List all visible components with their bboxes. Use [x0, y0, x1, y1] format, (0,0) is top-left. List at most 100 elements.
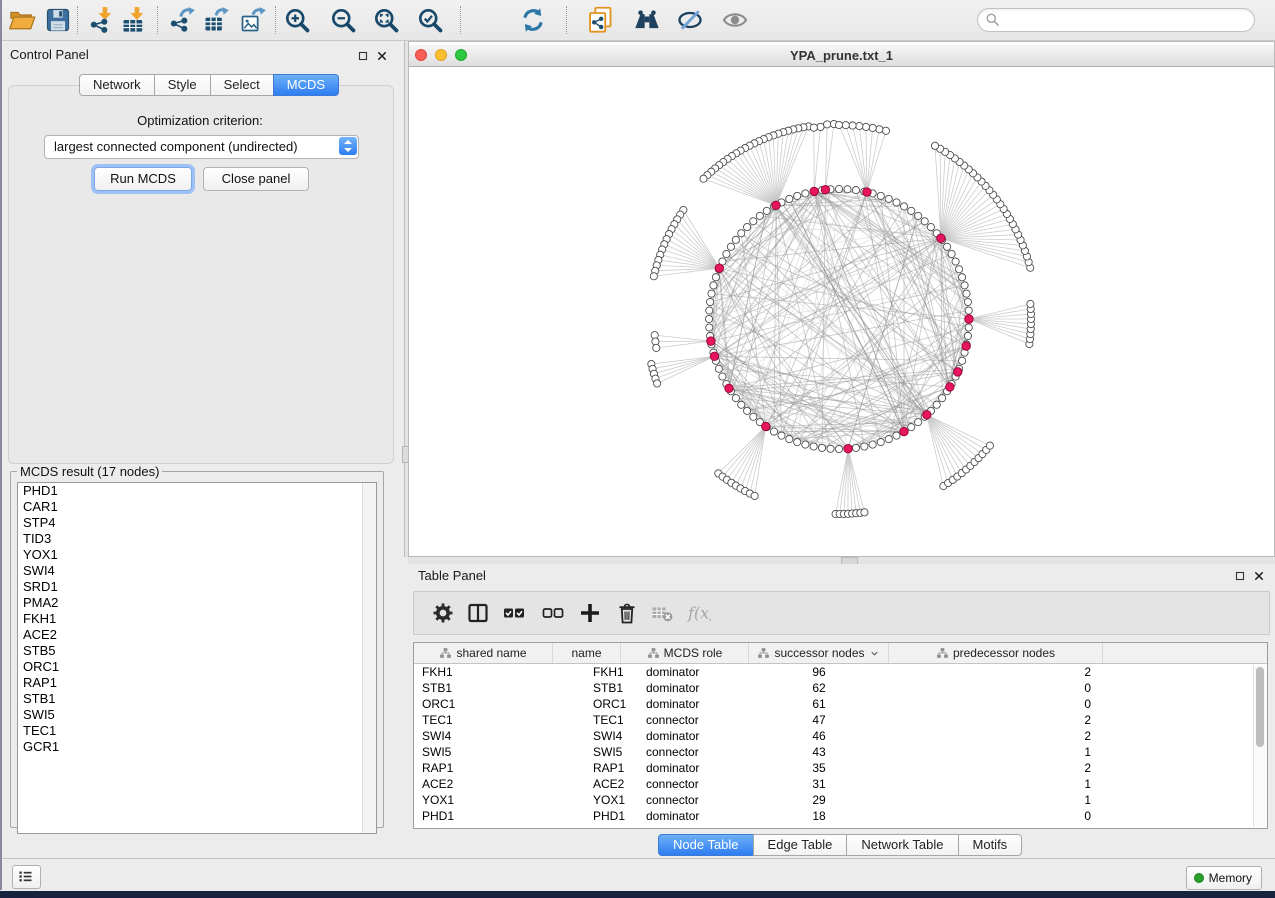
graph-node[interactable] [738, 401, 745, 408]
graph-node[interactable] [933, 401, 940, 408]
graph-node[interactable] [862, 123, 869, 130]
graph-node[interactable] [786, 195, 793, 202]
window-minimize-icon[interactable] [435, 49, 447, 61]
graph-node[interactable] [877, 192, 884, 199]
mcds-result-item[interactable]: GCR1 [18, 739, 376, 755]
mcds-result-list[interactable]: PHD1CAR1STP4TID3YOX1SWI4SRD1PMA2FKH1ACE2… [17, 482, 377, 834]
graph-node[interactable] [727, 243, 734, 250]
graph-node[interactable] [986, 442, 993, 449]
show-graphics-details-button[interactable] [721, 6, 749, 34]
memory-button[interactable]: Memory [1186, 866, 1262, 890]
graph-node[interactable] [835, 185, 842, 192]
graph-node[interactable] [915, 419, 922, 426]
graph-node[interactable] [964, 298, 971, 305]
table-scrollbar-thumb[interactable] [1256, 667, 1264, 747]
graph-node[interactable] [738, 230, 745, 237]
network-window-titlebar[interactable]: YPA_prune.txt_1 [409, 45, 1274, 67]
mcds-result-item[interactable]: TEC1 [18, 723, 376, 739]
mcds-result-item[interactable]: STP4 [18, 515, 376, 531]
graph-node[interactable] [705, 315, 712, 322]
mcds-node[interactable] [844, 444, 852, 452]
graph-node[interactable] [723, 250, 730, 257]
table-row[interactable]: YOX1YOX1connector291 [414, 792, 1267, 808]
table-row[interactable]: FKH1FKH1dominator962 [414, 664, 1267, 680]
graph-node[interactable] [706, 324, 713, 331]
graph-node[interactable] [869, 441, 876, 448]
graph-node[interactable] [750, 218, 757, 225]
refresh-network-button[interactable] [519, 6, 547, 34]
mcds-result-item[interactable]: SWI4 [18, 563, 376, 579]
mcds-node[interactable] [965, 315, 973, 323]
graph-node[interactable] [712, 274, 719, 281]
select-all-button[interactable] [502, 601, 526, 625]
mcds-node[interactable] [810, 187, 818, 195]
mcds-result-item[interactable]: STB1 [18, 691, 376, 707]
zoom-in-button[interactable] [283, 6, 311, 34]
mcds-result-item[interactable]: FKH1 [18, 611, 376, 627]
clone-network-button[interactable] [586, 6, 614, 34]
graph-node[interactable] [885, 195, 892, 202]
graph-node[interactable] [921, 218, 928, 225]
graph-node[interactable] [844, 186, 851, 193]
graph-node[interactable] [715, 365, 722, 372]
mcds-node[interactable] [710, 352, 718, 360]
tab-motifs[interactable]: Motifs [958, 834, 1023, 856]
graph-node[interactable] [849, 122, 856, 129]
zoom-out-button[interactable] [329, 6, 357, 34]
graph-node[interactable] [882, 127, 889, 134]
graph-node[interactable] [653, 344, 660, 351]
mcds-node[interactable] [715, 264, 723, 272]
mcds-result-item[interactable]: TID3 [18, 531, 376, 547]
mcds-result-item[interactable]: ACE2 [18, 627, 376, 643]
graph-node[interactable] [708, 290, 715, 297]
float-panel-icon[interactable] [357, 50, 369, 62]
mcds-result-item[interactable]: SWI5 [18, 707, 376, 723]
graph-node[interactable] [856, 122, 863, 129]
mcds-node[interactable] [762, 422, 770, 430]
mcds-result-item[interactable]: RAP1 [18, 675, 376, 691]
graph-node[interactable] [794, 439, 801, 446]
task-history-button[interactable] [12, 865, 41, 889]
mcds-node[interactable] [962, 342, 970, 350]
tab-edge-table[interactable]: Edge Table [753, 834, 848, 856]
graph-node[interactable] [877, 439, 884, 446]
mcds-result-item[interactable]: PHD1 [18, 483, 376, 499]
column-header-mcds-role[interactable]: MCDS role [621, 643, 749, 663]
graph-node[interactable] [943, 243, 950, 250]
graph-node[interactable] [650, 273, 657, 280]
graph-node[interactable] [707, 298, 714, 305]
add-column-button[interactable] [578, 601, 602, 625]
graph-node[interactable] [818, 444, 825, 451]
network-canvas[interactable] [409, 67, 1274, 556]
mcds-node[interactable] [937, 234, 945, 242]
graph-node[interactable] [952, 258, 959, 265]
open-folder-button[interactable] [8, 6, 36, 34]
graph-node[interactable] [893, 199, 900, 206]
table-row[interactable]: ORC1ORC1dominator610 [414, 696, 1267, 712]
tab-style[interactable]: Style [154, 74, 211, 96]
graph-node[interactable] [956, 266, 963, 273]
mcds-result-item[interactable]: PMA2 [18, 595, 376, 611]
graph-node[interactable] [842, 122, 849, 129]
float-panel-icon[interactable] [1234, 570, 1246, 582]
optimization-criterion-select[interactable]: largest connected component (undirected) [44, 135, 359, 159]
graph-node[interactable] [732, 395, 739, 402]
graph-node[interactable] [810, 443, 817, 450]
tab-network-table[interactable]: Network Table [846, 834, 958, 856]
tab-mcds[interactable]: MCDS [273, 74, 339, 96]
mcds-result-item[interactable]: CAR1 [18, 499, 376, 515]
table-row[interactable]: SWI5SWI5connector431 [414, 744, 1267, 760]
mcds-node[interactable] [707, 337, 715, 345]
table-row[interactable]: SWI4SWI4dominator462 [414, 728, 1267, 744]
graph-node[interactable] [743, 407, 750, 414]
graph-node[interactable] [751, 492, 758, 499]
window-maximize-icon[interactable] [455, 49, 467, 61]
graph-node[interactable] [961, 282, 968, 289]
tab-node-table[interactable]: Node Table [658, 834, 754, 856]
column-header-predecessor-nodes[interactable]: predecessor nodes [889, 643, 1103, 663]
graph-node[interactable] [802, 441, 809, 448]
table-row[interactable]: ACE2ACE2connector311 [414, 776, 1267, 792]
graph-node[interactable] [732, 236, 739, 243]
graph-node[interactable] [852, 187, 859, 194]
mcds-node[interactable] [821, 186, 829, 194]
